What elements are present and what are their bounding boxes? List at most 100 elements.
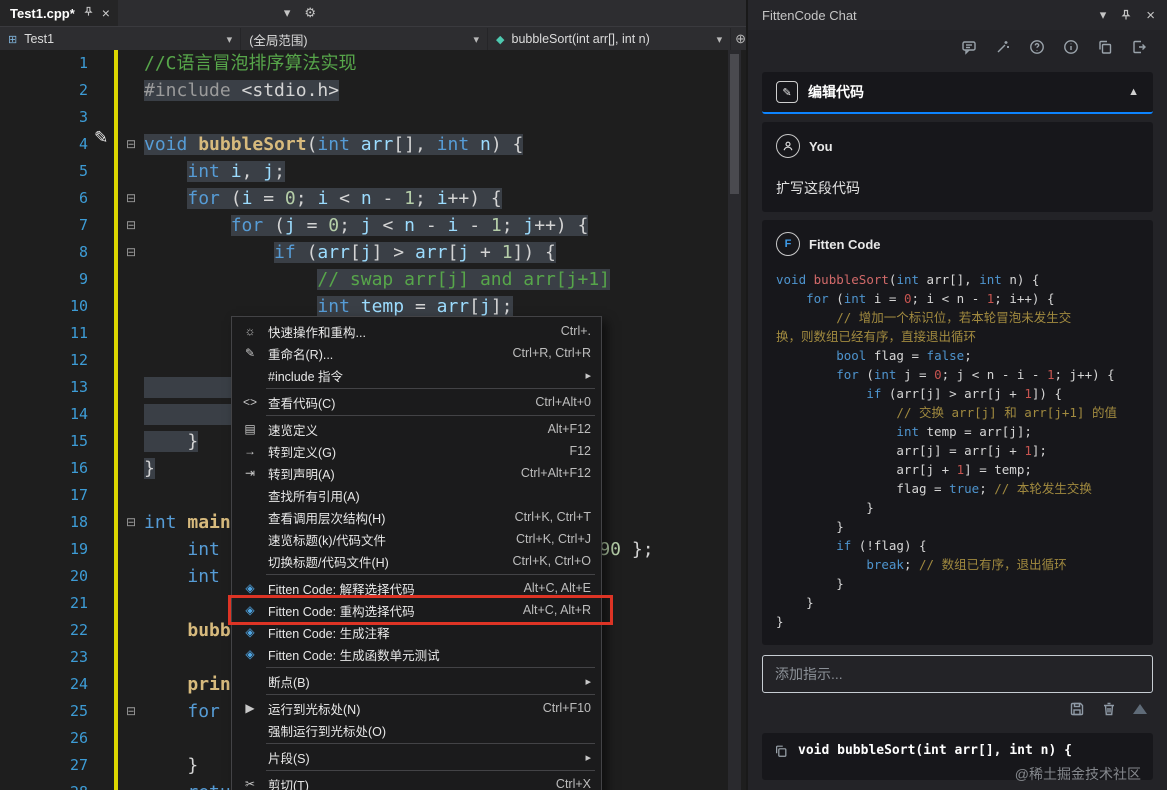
chat-icon[interactable] [961, 39, 977, 55]
menu-item-peek-definition[interactable]: ▤速览定义Alt+F12 [232, 418, 601, 440]
chevron-down-icon[interactable]: ▾ [1100, 7, 1107, 23]
assistant-code-line: if (!flag) { [776, 536, 1139, 555]
code-token: int [844, 291, 867, 306]
code-token: int [317, 296, 360, 317]
menu-item-view-code[interactable]: <>查看代码(C)Ctrl+Alt+0 [232, 391, 601, 413]
menu-item-fitten-explain-selection[interactable]: ◈Fitten Code: 解释选择代码Alt+C, Alt+E [232, 577, 601, 599]
code-token: int [187, 539, 230, 560]
menu-item-snippet[interactable]: 片段(S)▸ [232, 746, 601, 768]
chat-input[interactable] [773, 665, 1142, 683]
menu-item-cut[interactable]: ✂剪切(T)Ctrl+X [232, 773, 601, 790]
line-number: 18 [0, 509, 98, 536]
chat-input-box[interactable] [762, 655, 1153, 693]
line-number: 4 [0, 131, 98, 158]
menu-item-force-run-to-cursor[interactable]: 强制运行到光标处(O) [232, 719, 601, 741]
code-token [776, 367, 836, 382]
code-token: = [252, 188, 285, 209]
menu-item-toggle-header-code-file[interactable]: 切换标题/代码文件(H)Ctrl+K, Ctrl+O [232, 550, 601, 572]
assistant-code-line: void bubbleSort(int arr[], int n) { [776, 270, 1139, 289]
code-line: 5 int i, j; [0, 158, 746, 185]
line-number: 20 [0, 563, 98, 590]
edit-code-header[interactable]: ✎ 编辑代码 ▲ [762, 72, 1153, 114]
line-number: 24 [0, 671, 98, 698]
fold-column [118, 590, 144, 617]
vs-window: Test1.cpp* × ▾ ⚙ ⊞ Test1 ▾ (全局范围) ▾ ◆ bu… [0, 0, 1167, 790]
close-panel-icon[interactable]: × [1146, 7, 1155, 24]
code-token: arr [415, 242, 448, 263]
code-token: i [448, 215, 459, 236]
menu-item-go-to-definition[interactable]: →转到定义(G)F12 [232, 440, 601, 462]
code-token: ) { [491, 134, 524, 155]
menu-item-fitten-refactor-selection[interactable]: ◈Fitten Code: 重构选择代码Alt+C, Alt+R [232, 599, 601, 621]
menu-item-go-to-declaration[interactable]: ⇥转到声明(A)Ctrl+Alt+F12 [232, 462, 601, 484]
menu-item-label: 强制运行到光标处(O) [263, 721, 591, 740]
menu-item-view-call-hierarchy[interactable]: 查看调用层次结构(H)Ctrl+K, Ctrl+T [232, 506, 601, 528]
code-token: ; [964, 348, 972, 363]
fold-marker-icon[interactable]: ⊟ [118, 185, 144, 212]
pin-panel-icon[interactable] [1120, 9, 1132, 21]
menu-item-rename[interactable]: ✎重命名(R)...Ctrl+R, Ctrl+R [232, 342, 601, 364]
menu-item-find-all-references[interactable]: 查找所有引用(A) [232, 484, 601, 506]
code-token: } [776, 595, 814, 610]
help-icon[interactable] [1029, 39, 1045, 55]
menu-item-quick-actions[interactable]: ☼快速操作和重构...Ctrl+. [232, 320, 601, 342]
code-text: // swap arr[j] and arr[j+1] [144, 266, 610, 293]
code-token: <stdio.h> [242, 80, 340, 101]
code-token: n [404, 215, 415, 236]
fold-marker-icon[interactable]: ⊟ [118, 509, 144, 536]
code-token: ; i < n - [912, 291, 987, 306]
menu-item-shortcut: Alt+C, Alt+E [524, 581, 591, 595]
code-token: } [144, 404, 242, 425]
close-tab-icon[interactable]: × [102, 5, 110, 21]
code-token: 0 [328, 215, 339, 236]
code-token: 1 [502, 242, 513, 263]
magic-wand-icon[interactable] [995, 39, 1011, 55]
assistant-code-line: } [776, 612, 1139, 631]
chat-actions-row [768, 701, 1147, 717]
assistant-code-line: for (int i = 0; i < n - 1; i++) { [776, 289, 1139, 308]
editor-options-gear-icon[interactable]: ⚙ [304, 5, 316, 21]
cut-icon: ✂ [237, 777, 263, 790]
code-token [144, 701, 187, 722]
menu-item-run-to-cursor[interactable]: ▶运行到光标处(N)Ctrl+F10 [232, 697, 601, 719]
collapse-caret-icon[interactable]: ▲ [1128, 86, 1139, 98]
scrollbar-thumb[interactable] [730, 54, 739, 194]
project-dropdown[interactable]: ⊞ Test1 ▾ [0, 28, 241, 50]
navbar-extra-icon[interactable]: ⊕ [735, 31, 746, 47]
code-token: ( [274, 215, 285, 236]
code-token: ]; [491, 296, 513, 317]
code-token: main [187, 512, 230, 533]
fold-marker-icon[interactable]: ⊟ [118, 239, 144, 266]
code-token: ]) { [1032, 386, 1062, 401]
menu-item-include-directive[interactable]: #include 指令▸ [232, 364, 601, 386]
open-external-icon[interactable] [1131, 39, 1147, 55]
code-token: [ [469, 296, 480, 317]
code-token: 1 [1047, 367, 1055, 382]
save-icon[interactable] [1069, 701, 1085, 717]
fold-marker-icon[interactable]: ⊟ [118, 212, 144, 239]
menu-item-fitten-generate-unittest[interactable]: ◈Fitten Code: 生成函数单元测试 [232, 643, 601, 665]
fold-column [118, 104, 144, 131]
info-icon[interactable] [1063, 39, 1079, 55]
scroll-up-icon[interactable] [1133, 704, 1147, 714]
delete-icon[interactable] [1101, 701, 1117, 717]
assistant-code-line: } [776, 593, 1139, 612]
pin-tab-icon[interactable] [83, 4, 94, 22]
symbol-dropdown[interactable]: ◆ bubbleSort(int arr[], int n) ▾ [488, 28, 731, 50]
line-number: 9 [0, 266, 98, 293]
menu-item-breakpoint[interactable]: 断点(B)▸ [232, 670, 601, 692]
fold-marker-icon[interactable]: ⊟ [118, 131, 144, 158]
copy-icon[interactable] [1097, 39, 1113, 55]
selection-highlight: void bubbleSort(int arr[], int n) { [144, 134, 523, 155]
submenu-arrow-icon: ▸ [585, 369, 591, 382]
editor-scrollbar[interactable] [728, 50, 741, 790]
fold-column [118, 158, 144, 185]
menu-item-peek-header-code-file[interactable]: 速览标题(k)/代码文件Ctrl+K, Ctrl+J [232, 528, 601, 550]
editor-tab-test1cpp[interactable]: Test1.cpp* × [0, 0, 118, 26]
scope-dropdown[interactable]: (全局范围) ▾ [241, 28, 488, 50]
code-token: n [361, 188, 372, 209]
fold-marker-icon[interactable]: ⊟ [118, 698, 144, 725]
code-token: } [776, 519, 844, 534]
menu-item-fitten-generate-comment[interactable]: ◈Fitten Code: 生成注释 [232, 621, 601, 643]
tab-list-chevron-icon[interactable]: ▾ [284, 5, 291, 21]
